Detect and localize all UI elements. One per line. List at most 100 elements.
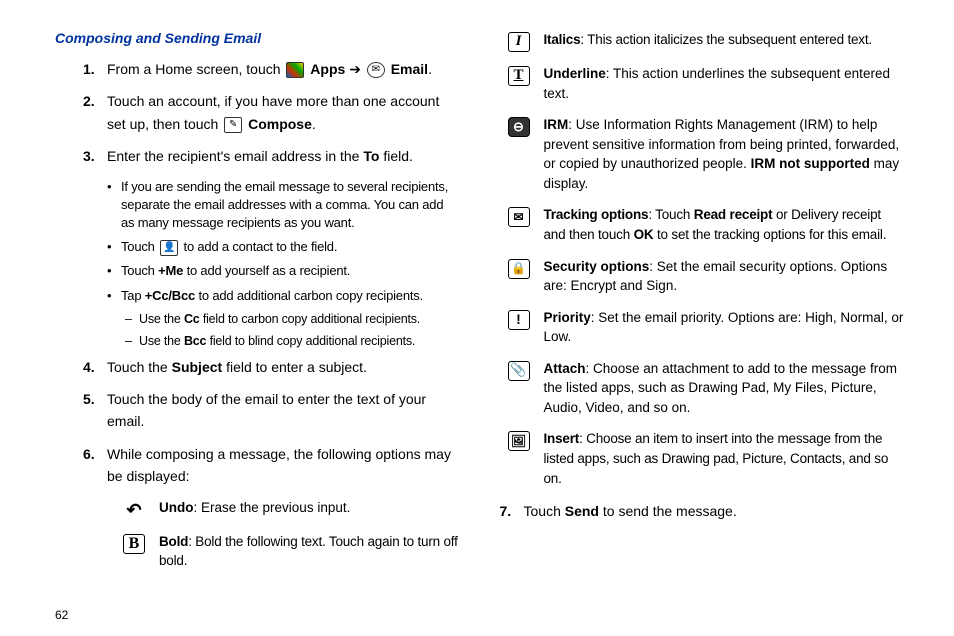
option-text: IRM: Use Information Rights Management (… <box>544 115 905 193</box>
step-number: 3. <box>83 145 107 167</box>
tracking-icon: ✉ <box>508 207 530 227</box>
option-priority: ! Priority: Set the email priority. Opti… <box>500 308 905 347</box>
section-heading: Composing and Sending Email <box>55 30 460 46</box>
ccbcc-label: +Cc/Bcc <box>145 288 195 303</box>
option-text: Security options: Set the email security… <box>544 257 905 296</box>
icon-cell: T <box>500 64 544 103</box>
step-content: Touch Send to send the message. <box>524 500 905 522</box>
bullet-dot: • <box>107 238 121 256</box>
step-content: Touch the Subject field to enter a subje… <box>107 356 460 378</box>
option-bold: B Bold: Bold the following text. Touch a… <box>55 532 460 571</box>
compose-icon: ✎ <box>224 117 242 133</box>
apps-label: Apps <box>310 61 345 77</box>
italic-icon: I <box>508 32 530 52</box>
dash-mark: – <box>125 311 139 329</box>
text: Touch <box>121 263 158 278</box>
dash-mark: – <box>125 333 139 351</box>
bullet-dot: • <box>107 178 121 233</box>
bold-icon: B <box>123 534 145 554</box>
text: Use the <box>139 312 184 326</box>
option-undo: ↶ Undo: Erase the previous input. <box>55 498 460 520</box>
option-text: Priority: Set the email priority. Option… <box>544 308 905 347</box>
bullet-4: • Tap +Cc/Bcc to add additional carbon c… <box>55 287 460 305</box>
text: field to carbon copy additional recipien… <box>200 312 421 326</box>
option-text: Italics: This action italicizes the subs… <box>544 30 905 52</box>
text: . <box>312 116 316 132</box>
step-content: Touch an account, if you have more than … <box>107 90 460 135</box>
option-label: IRM <box>544 117 569 132</box>
compose-label: Compose <box>248 116 312 132</box>
page-number: 62 <box>55 608 68 622</box>
option-irm: ⊖ IRM: Use Information Rights Management… <box>500 115 905 193</box>
option-label: Bold <box>159 534 188 549</box>
bullet-dot: • <box>107 287 121 305</box>
icon-cell: ⊖ <box>500 115 544 193</box>
icon-cell: ↶ <box>123 498 159 520</box>
text: Tap <box>121 288 145 303</box>
bullet-2: • Touch 👤 to add a contact to the field. <box>55 238 460 256</box>
apps-icon: ⊞ <box>286 62 304 78</box>
option-text: Attach: Choose an attachment to add to t… <box>544 359 905 418</box>
bullet-1: • If you are sending the email message t… <box>55 178 460 233</box>
insert-icon: 🖼 <box>508 431 530 451</box>
dash-text: Use the Bcc field to blind copy addition… <box>139 333 460 351</box>
option-label: Tracking options <box>544 207 649 222</box>
step-number: 2. <box>83 90 107 135</box>
contact-icon: 👤 <box>160 240 178 256</box>
icon-cell: ✉ <box>500 205 544 244</box>
text: : Choose an attachment to add to the mes… <box>544 361 897 415</box>
cc-label: Cc <box>184 312 200 326</box>
bullet-3: • Touch +Me to add yourself as a recipie… <box>55 262 460 280</box>
text: to set the tracking options for this ema… <box>653 227 886 242</box>
bcc-label: Bcc <box>184 334 206 348</box>
option-text: Tracking options: Touch Read receipt or … <box>544 205 905 244</box>
text: field to blind copy additional recipient… <box>206 334 415 348</box>
arrow: ➔ <box>349 61 361 77</box>
step-number: 1. <box>83 58 107 80</box>
left-column: Composing and Sending Email 1. From a Ho… <box>55 30 460 583</box>
option-text: Bold: Bold the following text. Touch aga… <box>159 532 460 571</box>
icon-cell: 🔒 <box>500 257 544 296</box>
subject-label: Subject <box>172 359 223 375</box>
step-6: 6. While composing a message, the follow… <box>55 443 460 488</box>
option-text: Insert: Choose an item to insert into th… <box>544 429 905 488</box>
step-number: 7. <box>500 500 524 522</box>
option-label: Underline <box>544 66 606 81</box>
step-7: 7. Touch Send to send the message. <box>500 500 905 522</box>
icon-cell: B <box>123 532 159 571</box>
option-text: Undo: Erase the previous input. <box>159 498 460 520</box>
icon-cell: I <box>500 30 544 52</box>
icon-cell: 📎 <box>500 359 544 418</box>
option-tracking: ✉ Tracking options: Touch Read receipt o… <box>500 205 905 244</box>
page-columns: Composing and Sending Email 1. From a Ho… <box>55 30 904 583</box>
text: : Touch <box>648 207 693 222</box>
priority-icon: ! <box>508 310 530 330</box>
dash-1: – Use the Cc field to carbon copy additi… <box>55 311 460 329</box>
option-label: Insert <box>544 431 580 446</box>
icon-cell: ! <box>500 308 544 347</box>
bullet-text: Tap +Cc/Bcc to add additional carbon cop… <box>121 287 460 305</box>
email-icon: ✉ <box>367 62 385 78</box>
step-content: Touch the body of the email to enter the… <box>107 388 460 433</box>
read-receipt: Read receipt <box>694 207 773 222</box>
option-underline: T Underline: This action underlines the … <box>500 64 905 103</box>
step-number: 5. <box>83 388 107 433</box>
text: : Set the email priority. Options are: H… <box>544 310 904 345</box>
text: : Choose an item to insert into the mess… <box>544 431 889 485</box>
underline-icon: T <box>508 66 530 86</box>
text: : Erase the previous input. <box>194 500 351 515</box>
irm-icon: ⊖ <box>508 117 530 137</box>
step-3: 3. Enter the recipient's email address i… <box>55 145 460 167</box>
me-label: +Me <box>158 263 183 278</box>
text: Touch the <box>107 359 172 375</box>
step-number: 4. <box>83 356 107 378</box>
bullet-text: Touch 👤 to add a contact to the field. <box>121 238 460 256</box>
step-2: 2. Touch an account, if you have more th… <box>55 90 460 135</box>
undo-icon: ↶ <box>123 500 145 520</box>
step-5: 5. Touch the body of the email to enter … <box>55 388 460 433</box>
text: Enter the recipient's email address in t… <box>107 148 363 164</box>
option-insert: 🖼 Insert: Choose an item to insert into … <box>500 429 905 488</box>
text: : Bold the following text. Touch again t… <box>159 534 458 569</box>
option-label: Priority <box>544 310 591 325</box>
text: field to enter a subject. <box>222 359 367 375</box>
